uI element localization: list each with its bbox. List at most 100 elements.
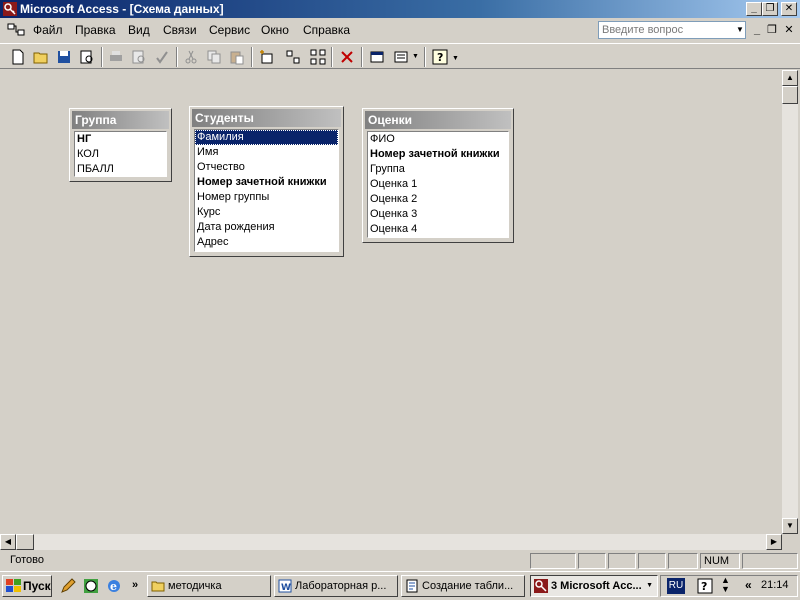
- menu-view[interactable]: Вид: [128, 23, 150, 37]
- new-document-icon: [12, 49, 24, 65]
- primary-key-field[interactable]: Номер зачетной книжки: [195, 175, 338, 190]
- print-button[interactable]: [106, 47, 126, 67]
- title-bar[interactable]: Microsoft Access - [Схема данных] _ ❐ ✕: [0, 0, 800, 18]
- quicklaunch-pencil-icon[interactable]: [60, 578, 76, 594]
- primary-key-field[interactable]: НГ: [75, 132, 166, 147]
- scroll-left-arrow-icon[interactable]: ◀: [0, 534, 16, 550]
- mdi-minimize-button[interactable]: _: [750, 23, 764, 37]
- table-field[interactable]: Оценка 2: [368, 192, 508, 207]
- table-field[interactable]: Дата рождения: [195, 220, 338, 235]
- document-icon: [406, 579, 418, 593]
- new-object-icon: [394, 51, 408, 63]
- table-box-students[interactable]: Студенты Фамилия Имя Отчество Номер зачетно…: [189, 106, 344, 257]
- help-tray-icon[interactable]: ?: [697, 578, 713, 594]
- menu-help[interactable]: Справка: [303, 23, 350, 37]
- delete-x-icon: [341, 51, 353, 63]
- mdi-restore-button[interactable]: ❐: [765, 23, 779, 37]
- ask-dropdown-arrow-icon[interactable]: ▼: [735, 22, 745, 38]
- horizontal-scrollbar[interactable]: ◀ ▶: [0, 534, 782, 550]
- table-field[interactable]: Фамилия: [195, 130, 338, 145]
- menu-relationships[interactable]: Связи: [163, 23, 197, 37]
- table-title[interactable]: Студенты: [192, 109, 341, 127]
- table-field[interactable]: Отчество: [195, 160, 338, 175]
- horizontal-scroll-thumb[interactable]: [16, 534, 34, 550]
- print-preview-button[interactable]: [129, 47, 149, 67]
- language-indicator[interactable]: RU: [667, 578, 685, 594]
- vertical-scrollbar[interactable]: ▲ ▼: [782, 70, 798, 534]
- window-title: Microsoft Access - [Схема данных]: [20, 2, 224, 16]
- quicklaunch-chevron-icon[interactable]: »: [132, 579, 138, 591]
- table-box-grades[interactable]: Оценки ФИО Номер зачетной книжки Группа Оце…: [362, 108, 514, 243]
- cut-button[interactable]: [181, 47, 201, 67]
- taskbar-button-document[interactable]: Создание табли...: [401, 575, 525, 597]
- mdi-close-button[interactable]: ✕: [782, 23, 796, 37]
- tray-expand-chevron-icon[interactable]: «: [745, 578, 752, 592]
- help-button[interactable]: ? ▼: [430, 47, 460, 67]
- menu-tools[interactable]: Сервис: [209, 23, 250, 37]
- table-field[interactable]: Имя: [195, 145, 338, 160]
- show-all-button[interactable]: [308, 47, 328, 67]
- relationships-window-icon[interactable]: [7, 22, 25, 38]
- table-field[interactable]: ПБАЛЛ: [75, 162, 166, 176]
- field-list[interactable]: НГ КОЛ ПБАЛЛ: [74, 131, 167, 177]
- taskbar-button-word[interactable]: W Лабораторная р...: [274, 575, 398, 597]
- field-list[interactable]: ФИО Номер зачетной книжки Группа Оценка 1 Оц…: [367, 131, 509, 238]
- quicklaunch-clock-icon[interactable]: [83, 578, 99, 594]
- table-field[interactable]: Адрес: [195, 235, 338, 250]
- paste-clipboard-icon: [230, 51, 244, 65]
- new-button[interactable]: [8, 47, 28, 67]
- show-direct-button[interactable]: [283, 47, 303, 67]
- status-bar: Готово NUM: [0, 551, 800, 571]
- restore-button[interactable]: ❐: [762, 2, 778, 16]
- scroll-down-arrow-icon[interactable]: ▼: [782, 518, 798, 534]
- menu-file[interactable]: Файл: [33, 23, 63, 37]
- close-button[interactable]: ✕: [781, 2, 797, 16]
- menu-edit[interactable]: Правка: [75, 23, 116, 37]
- word-icon: W: [278, 579, 292, 593]
- copy-button[interactable]: [204, 47, 224, 67]
- taskbar-button-folder[interactable]: методичка: [147, 575, 271, 597]
- primary-key-field[interactable]: Номер зачетной книжки: [368, 147, 508, 162]
- table-field[interactable]: Номер группы: [195, 190, 338, 205]
- delete-button[interactable]: [337, 47, 357, 67]
- ask-question-input[interactable]: Введите вопрос: [598, 21, 746, 39]
- field-list[interactable]: Фамилия Имя Отчество Номер зачетной книжки Н…: [194, 129, 339, 252]
- table-title[interactable]: Оценки: [365, 111, 511, 129]
- spelling-check-icon: [156, 51, 168, 64]
- minimize-button[interactable]: _: [746, 2, 762, 16]
- status-text: Готово: [10, 554, 44, 566]
- paste-button[interactable]: [227, 47, 247, 67]
- save-button[interactable]: [54, 47, 74, 67]
- table-field[interactable]: Оценка 1: [368, 177, 508, 192]
- scroll-up-arrow-icon[interactable]: ▲: [782, 70, 798, 86]
- show-table-button[interactable]: [256, 47, 276, 67]
- open-folder-icon: [33, 52, 48, 64]
- internet-explorer-icon[interactable]: e: [106, 578, 122, 594]
- spelling-button[interactable]: [152, 47, 172, 67]
- vertical-scroll-thumb[interactable]: [782, 86, 798, 104]
- status-panel: [608, 553, 636, 569]
- printer-icon: [110, 51, 122, 61]
- scroll-right-arrow-icon[interactable]: ▶: [766, 534, 782, 550]
- status-panel: [638, 553, 666, 569]
- taskbar: Пуск e » методичка W Лабораторная р... С…: [0, 571, 800, 600]
- table-field[interactable]: ФИО: [368, 132, 508, 147]
- menu-window[interactable]: Окно: [261, 23, 289, 37]
- scrollbar-corner: [782, 534, 798, 550]
- table-field[interactable]: Оценка 3: [368, 207, 508, 222]
- relationships-workspace[interactable]: Группа НГ КОЛ ПБАЛЛ Студенты Фамилия Имя Отч…: [0, 70, 782, 534]
- table-title[interactable]: Группа: [72, 111, 169, 129]
- table-field[interactable]: Группа: [368, 162, 508, 177]
- file-search-button[interactable]: [77, 47, 97, 67]
- new-object-button[interactable]: ▼: [391, 47, 421, 67]
- table-box-group[interactable]: Группа НГ КОЛ ПБАЛЛ: [69, 108, 172, 182]
- table-field[interactable]: КОЛ: [75, 147, 166, 162]
- open-button[interactable]: [31, 47, 51, 67]
- start-button[interactable]: Пуск: [2, 575, 52, 597]
- table-field[interactable]: Оценка 4: [368, 222, 508, 237]
- toolbar-separator: [251, 47, 253, 67]
- taskbar-button-access[interactable]: 3 Microsoft Acc... ▼: [530, 575, 658, 597]
- tray-scroll-arrows-icon[interactable]: ▲ ▼: [721, 576, 730, 594]
- database-window-button[interactable]: [367, 47, 387, 67]
- table-field[interactable]: Курс: [195, 205, 338, 220]
